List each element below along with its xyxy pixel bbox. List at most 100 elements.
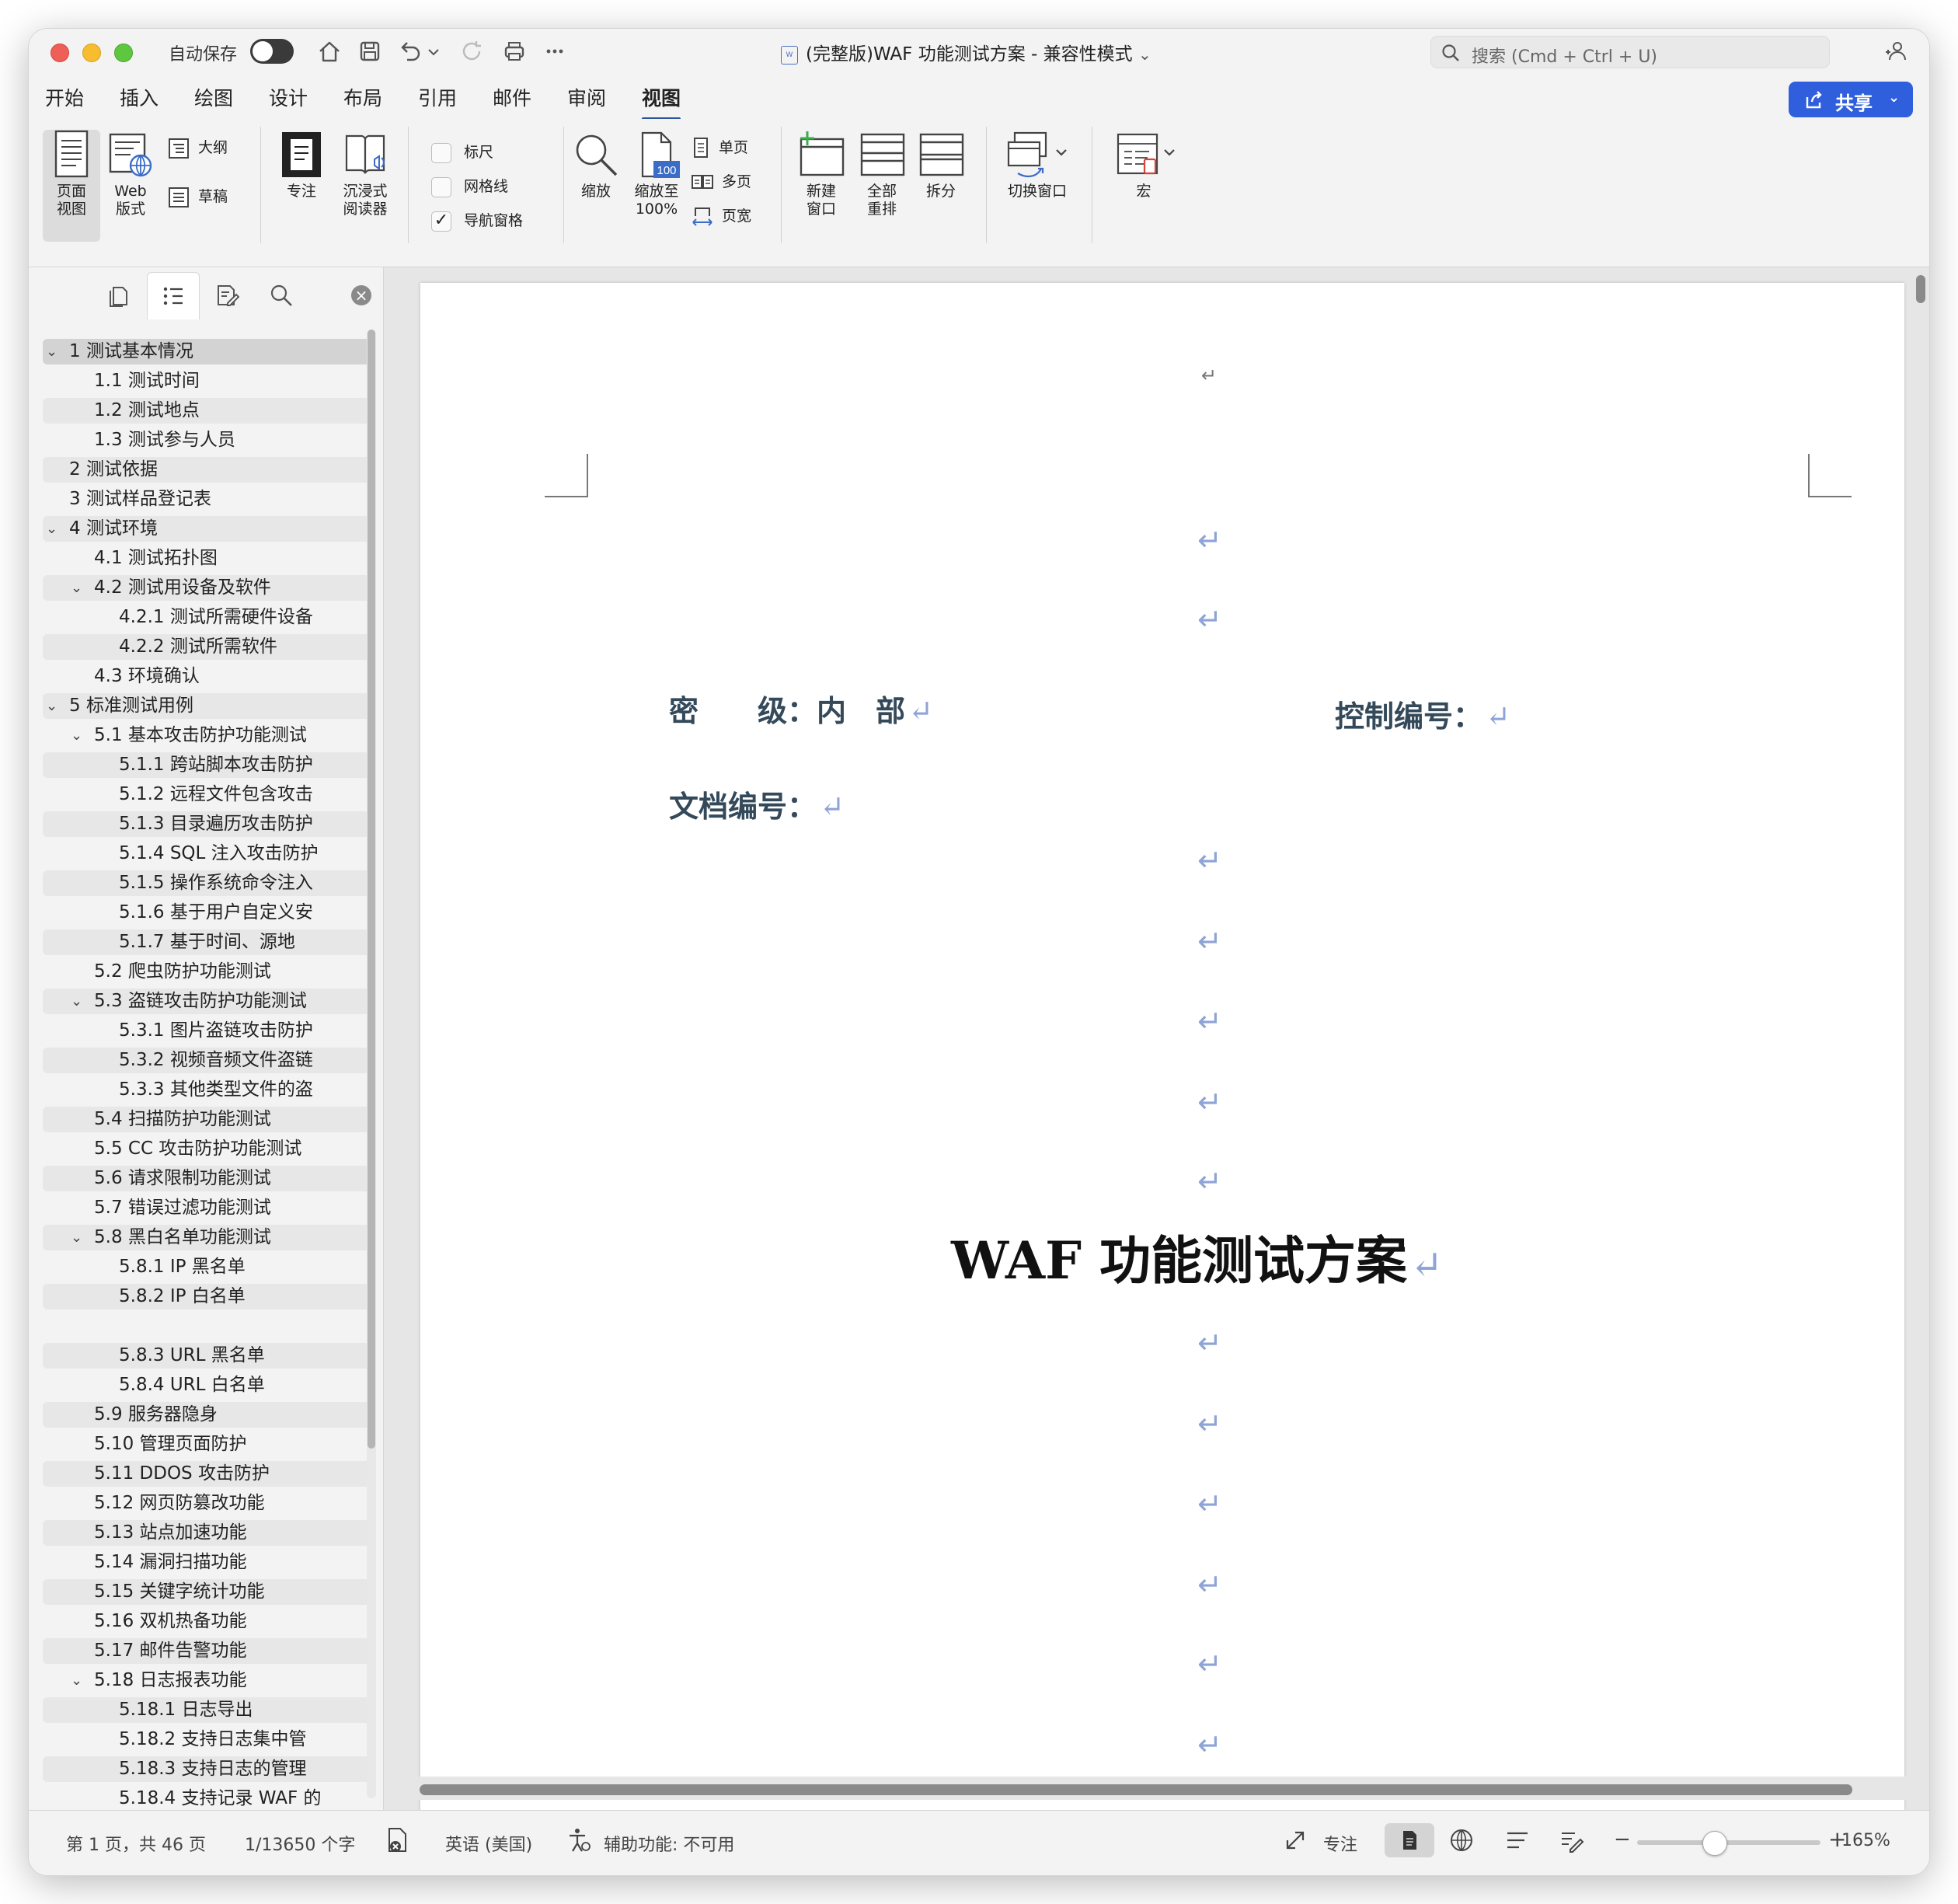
home-icon[interactable] — [315, 37, 344, 66]
nav-heading-item[interactable]: ⌄ 5.1 基本攻击防护功能测试 — [43, 723, 375, 748]
outline-view-icon[interactable] — [1503, 1826, 1531, 1854]
nav-heading-item[interactable]: 5.8.4 URL 白名单 — [43, 1372, 375, 1398]
nav-tab-changes[interactable] — [201, 272, 253, 319]
nav-heading-item[interactable]: 3 测试样品登记表 — [43, 486, 375, 512]
ruler-checkbox[interactable]: 标尺 — [431, 141, 493, 163]
nav-heading-item[interactable]: 5.16 双机热备功能 — [43, 1609, 375, 1634]
nav-heading-item[interactable]: 5.1.4 SQL 注入攻击防护 — [43, 841, 375, 867]
focus-button[interactable]: 专注 — [276, 130, 327, 201]
nav-heading-item[interactable]: 5.3.2 视频音频文件盗链 — [43, 1048, 375, 1073]
nav-heading-item[interactable]: ⌄ 4 测试环境 — [43, 516, 375, 542]
zoom-window-button[interactable] — [114, 44, 133, 62]
nav-heading-item[interactable]: 5.8.3 URL 黑名单 — [43, 1343, 375, 1369]
account-icon[interactable] — [1880, 37, 1910, 66]
nav-heading-item[interactable]: 5.11 DDOS 攻击防护 — [43, 1461, 375, 1487]
page-count[interactable]: 第 1 页，共 46 页 — [66, 1831, 206, 1856]
chevron-down-icon[interactable]: ⌄ — [71, 575, 86, 601]
arrange-all-button[interactable]: 全部 重排 — [852, 130, 911, 218]
zoom-level[interactable]: 165% — [1841, 1831, 1890, 1850]
chevron-down-icon[interactable]: ⌄ — [71, 1668, 86, 1693]
chevron-down-icon[interactable]: ⌄ — [46, 339, 61, 364]
chevron-down-icon[interactable]: ⌄ — [46, 516, 61, 542]
print-layout-view-button[interactable] — [1385, 1823, 1434, 1857]
tab-layout[interactable]: 布局 — [343, 83, 382, 111]
print-icon[interactable] — [500, 37, 529, 66]
tab-draw[interactable]: 绘图 — [194, 83, 233, 111]
multiple-pages-button[interactable]: 多页 — [691, 170, 751, 194]
chevron-down-icon[interactable]: ⌄ — [46, 693, 61, 719]
page-width-button[interactable]: 页宽 — [691, 204, 751, 228]
nav-heading-item[interactable]: 5.1.3 目录遍历攻击防护 — [43, 811, 375, 837]
nav-heading-item[interactable]: 5.2 爬虫防护功能测试 — [43, 959, 375, 985]
nav-heading-item[interactable]: 5.18.1 日志导出 — [43, 1697, 375, 1723]
autosave-toggle[interactable] — [250, 39, 294, 64]
accessibility-status[interactable]: 辅助功能: 不可用 — [604, 1831, 734, 1856]
nav-heading-item[interactable]: 5.1.2 远程文件包含攻击 — [43, 782, 375, 807]
nav-heading-item[interactable]: 5.13 站点加速功能 — [43, 1520, 375, 1546]
nav-heading-item[interactable]: 5.1.6 基于用户自定义安 — [43, 900, 375, 926]
nav-heading-item[interactable]: ⌄ 5 标准测试用例 — [43, 693, 375, 719]
proofing-icon[interactable] — [385, 1826, 411, 1854]
nav-tab-headings[interactable] — [147, 272, 200, 319]
minimize-window-button[interactable] — [82, 44, 101, 62]
chevron-down-icon[interactable]: ⌄ — [71, 1225, 86, 1250]
nav-heading-item[interactable]: ⌄ 5.3 盗链攻击防护功能测试 — [43, 989, 375, 1014]
immersive-reader-button[interactable]: 沉浸式 阅读器 — [332, 130, 399, 218]
zoom-slider[interactable] — [1637, 1840, 1820, 1845]
more-icon[interactable] — [540, 37, 570, 66]
nav-heading-item[interactable]: 5.14 漏洞扫描功能 — [43, 1550, 375, 1575]
web-layout-button[interactable]: Web 版式 — [102, 130, 159, 242]
focus-mode-label[interactable]: 专注 — [1323, 1831, 1357, 1856]
chevron-down-icon[interactable]: ⌄ — [71, 723, 86, 748]
web-layout-view-icon[interactable] — [1448, 1826, 1475, 1854]
nav-pane-scrollbar[interactable] — [367, 330, 376, 1798]
nav-tab-search[interactable] — [256, 272, 307, 319]
nav-heading-item[interactable]: 5.3.3 其他类型文件的盗 — [43, 1077, 375, 1103]
nav-heading-item[interactable]: 5.15 关键字统计功能 — [43, 1579, 375, 1605]
nav-heading-item[interactable]: 5.1.1 跨站脚本攻击防护 — [43, 752, 375, 778]
tab-design[interactable]: 设计 — [269, 83, 308, 111]
save-icon[interactable] — [355, 37, 385, 66]
nav-heading-item[interactable]: 5.3.1 图片盗链攻击防护 — [43, 1018, 375, 1044]
one-page-button[interactable]: 单页 — [691, 136, 748, 160]
nav-heading-item[interactable]: 1.3 测试参与人员 — [43, 427, 375, 453]
nav-tab-thumbnails[interactable] — [92, 272, 144, 319]
document-horizontal-scrollbar-thumb[interactable] — [420, 1784, 1852, 1795]
zoom-100-button[interactable]: 100 缩放至 100% — [624, 130, 689, 218]
zoom-button[interactable]: 缩放 — [563, 130, 629, 201]
switch-windows-button[interactable]: 切换窗口 — [998, 130, 1076, 201]
nav-pane-checkbox[interactable]: ✓ 导航窗格 — [431, 209, 523, 232]
tab-home[interactable]: 开始 — [45, 83, 84, 111]
document-vertical-scrollbar-thumb[interactable] — [1916, 275, 1925, 303]
nav-heading-item[interactable]: 4.1 测试拓扑图 — [43, 546, 375, 571]
nav-heading-item[interactable] — [43, 1313, 375, 1339]
macros-button[interactable]: 宏 — [1107, 130, 1180, 201]
nav-heading-item[interactable]: 5.8.2 IP 白名单 — [43, 1284, 375, 1309]
nav-heading-item[interactable]: 5.9 服务器隐身 — [43, 1402, 375, 1428]
close-window-button[interactable] — [51, 44, 69, 62]
nav-heading-item[interactable]: 5.18.3 支持日志的管理 — [43, 1756, 375, 1782]
nav-heading-item[interactable]: 5.5 CC 攻击防护功能测试 — [43, 1136, 375, 1162]
document-page[interactable]: ↵ ↵ ↵ 密 级：内 部 ↵ 控制编号： ↵ 文档编号： ↵ ↵ ↵ ↵ ↵ ↵ W… — [420, 283, 1904, 1837]
nav-heading-item[interactable]: 5.1.7 基于时间、源地 — [43, 929, 375, 955]
word-count[interactable]: 1/13650 个字 — [245, 1831, 355, 1856]
nav-heading-item[interactable]: 5.6 请求限制功能测试 — [43, 1166, 375, 1191]
draft-button[interactable]: 草稿 — [167, 185, 228, 209]
split-button[interactable]: 拆分 — [911, 130, 970, 201]
tab-references[interactable]: 引用 — [418, 83, 457, 111]
nav-heading-item[interactable]: 5.4 扫描防护功能测试 — [43, 1107, 375, 1132]
nav-heading-item[interactable]: 5.10 管理页面防护 — [43, 1431, 375, 1457]
redo-icon[interactable] — [458, 37, 487, 66]
document-area[interactable]: ↵ ↵ ↵ 密 级：内 部 ↵ 控制编号： ↵ 文档编号： ↵ ↵ ↵ ↵ ↵ ↵ W… — [384, 267, 1929, 1837]
undo-dropdown-chevron-icon[interactable] — [425, 37, 442, 66]
nav-heading-item[interactable]: ⌄ 5.18 日志报表功能 — [43, 1668, 375, 1693]
nav-heading-item[interactable]: 5.17 邮件告警功能 — [43, 1638, 375, 1664]
nav-heading-item[interactable]: 1.2 测试地点 — [43, 398, 375, 424]
nav-heading-item[interactable]: 4.2.2 测试所需软件 — [43, 634, 375, 660]
nav-heading-item[interactable]: ⌄ 5.8 黑白名单功能测试 — [43, 1225, 375, 1250]
zoom-slider-knob[interactable] — [1702, 1831, 1728, 1856]
nav-heading-item[interactable]: 4.2.1 测试所需硬件设备 — [43, 605, 375, 630]
nav-heading-item[interactable]: 5.8.1 IP 黑名单 — [43, 1254, 375, 1280]
nav-heading-item[interactable]: 5.12 网页防篡改功能 — [43, 1491, 375, 1516]
nav-heading-item[interactable]: 2 测试依据 — [43, 457, 375, 483]
